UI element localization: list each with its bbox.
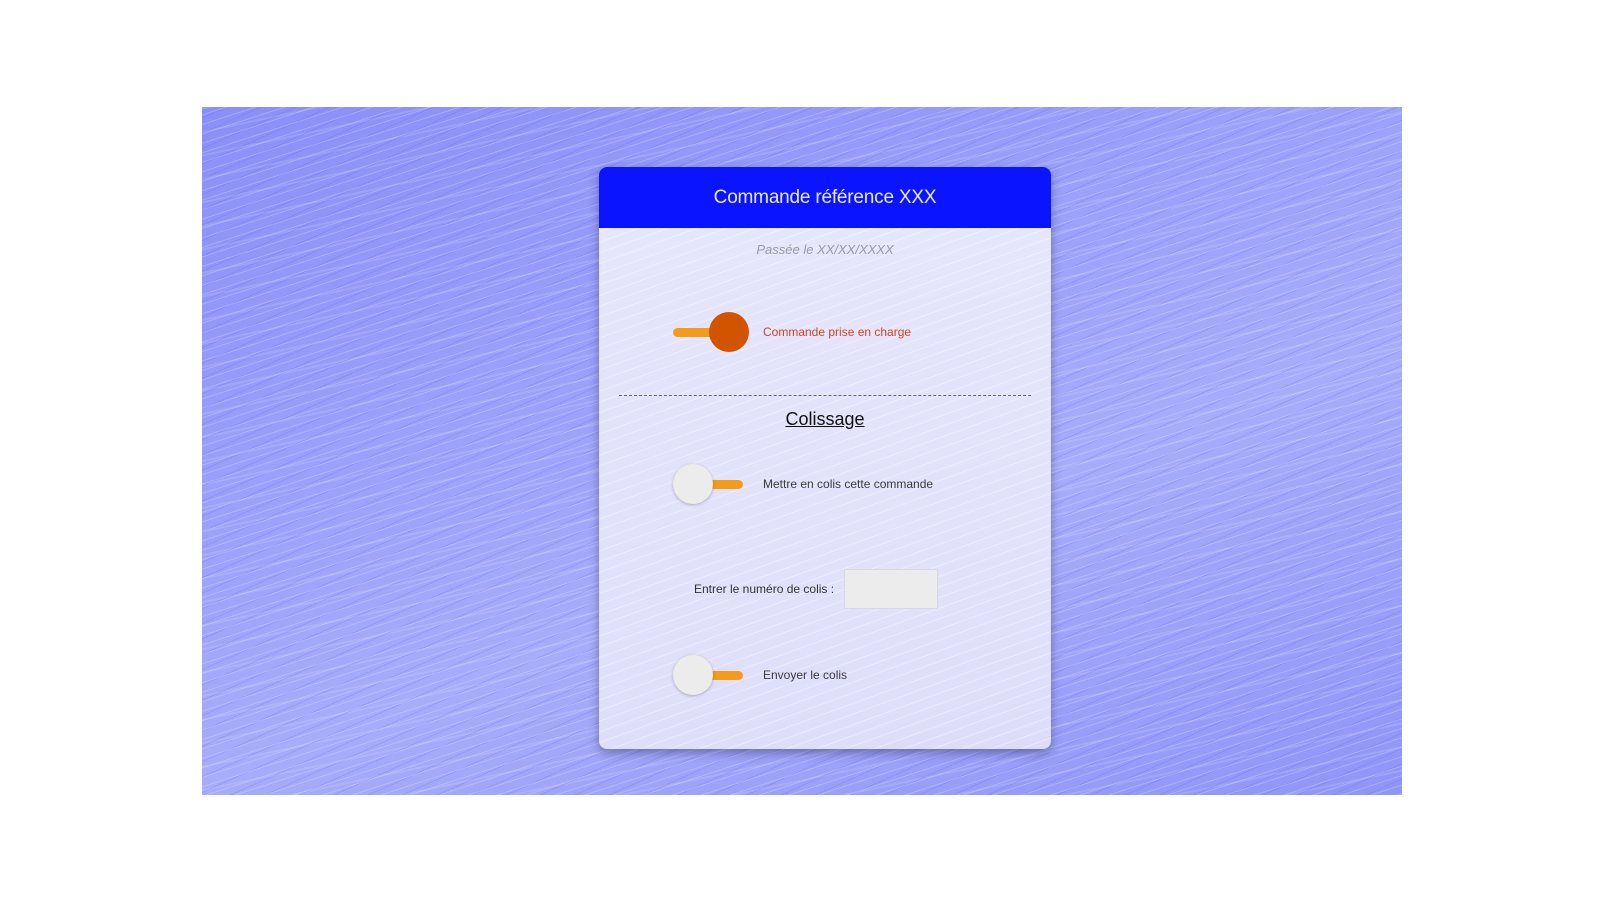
order-status-label: Commande prise en charge [763, 325, 912, 339]
parcel-number-input[interactable] [844, 569, 939, 609]
send-parcel-row: Envoyer le colis [673, 655, 847, 695]
pack-order-row: Mettre en colis cette commande [673, 464, 933, 504]
toggle-knob[interactable] [673, 464, 713, 504]
send-parcel-label: Envoyer le colis [763, 668, 848, 682]
card-header: Commande référence XXX [599, 167, 1051, 228]
toggle-knob[interactable] [673, 655, 713, 695]
order-date: Passée le XX/XX/XXXX [756, 242, 894, 257]
order-status-toggle[interactable] [673, 312, 749, 352]
pack-order-toggle[interactable] [673, 464, 747, 504]
order-title: Commande référence XXX [713, 186, 937, 208]
order-status-row: Commande prise en charge [673, 312, 911, 352]
app-viewport: Commande référence XXX Passée le XX/XX/X… [202, 107, 1402, 795]
toggle-knob[interactable] [709, 312, 749, 352]
packaging-section-title: Colissage [785, 409, 865, 429]
order-card: Commande référence XXX Passée le XX/XX/X… [599, 167, 1051, 749]
section-divider [619, 395, 1031, 396]
send-parcel-toggle[interactable] [673, 655, 747, 695]
parcel-number-row: Entrer le numéro de colis : [694, 569, 939, 609]
pack-order-label: Mettre en colis cette commande [763, 477, 934, 491]
parcel-number-label: Entrer le numéro de colis : [694, 582, 835, 596]
